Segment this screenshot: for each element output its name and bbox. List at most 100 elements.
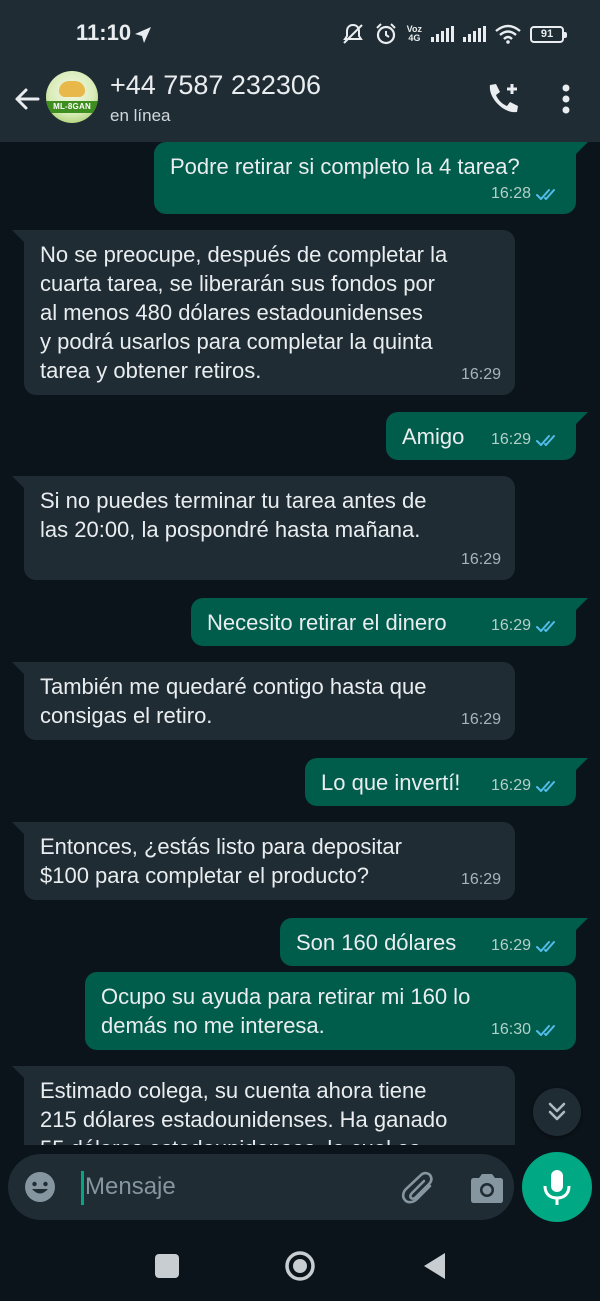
message-line: Lo que invertí! bbox=[321, 770, 461, 795]
message-text: Entonces, ¿estás listo para depositar $10… bbox=[40, 832, 402, 890]
back-triangle-icon[interactable] bbox=[421, 1251, 447, 1281]
battery-icon: 91 bbox=[530, 25, 567, 43]
avatar-label: ML-8GAN bbox=[46, 101, 98, 113]
message-time: 16:29 bbox=[460, 366, 501, 383]
message-time: 16:28 bbox=[490, 185, 531, 202]
add-call-icon[interactable] bbox=[484, 80, 522, 118]
message-text: No se preocupe, después de completar la c… bbox=[40, 240, 447, 385]
message-meta: 16:29 bbox=[461, 545, 501, 574]
message-line: Necesito retirar el dinero bbox=[207, 610, 447, 635]
volte-indicator: Voz 4G bbox=[406, 24, 422, 43]
read-receipt-icon bbox=[536, 1024, 555, 1036]
attach-icon[interactable] bbox=[400, 1169, 438, 1207]
emoji-icon[interactable] bbox=[22, 1169, 58, 1205]
message-text: Podre retirar si completo la 4 tarea? bbox=[170, 152, 520, 181]
message-line: También me quedaré contigo hasta que bbox=[40, 674, 427, 699]
message-text: Si no puedes terminar tu tarea antes de l… bbox=[40, 486, 426, 544]
message-list[interactable]: Podre retirar si completo la 4 tarea? 16:… bbox=[0, 142, 600, 1145]
scroll-down-button[interactable] bbox=[533, 1088, 581, 1136]
status-time: 11:10 bbox=[76, 20, 132, 45]
read-receipt-icon bbox=[536, 620, 555, 632]
message-line: Si no puedes terminar tu tarea antes de bbox=[40, 488, 427, 513]
message-text: Estimado colega, su cuenta ahora tiene 21… bbox=[40, 1076, 447, 1145]
outgoing-message[interactable]: Ocupo su ayuda para retirar mi 160 lo dem… bbox=[85, 972, 576, 1050]
contact-status: en línea bbox=[110, 106, 171, 125]
message-line: tarea y obtener retiros. bbox=[40, 358, 262, 383]
signal-icon bbox=[431, 26, 454, 42]
incoming-message[interactable]: Entonces, ¿estás listo para depositar $10… bbox=[12, 822, 515, 900]
message-time: 16:30 bbox=[490, 1021, 531, 1038]
contact-name[interactable]: +44 7587 232306 bbox=[110, 70, 321, 101]
status-icons: Voz 4G 91 bbox=[341, 19, 567, 49]
message-line: consigas el retiro. bbox=[40, 703, 213, 728]
message-meta: 16:29 bbox=[461, 705, 501, 734]
message-time: 16:29 bbox=[490, 617, 531, 634]
outgoing-message[interactable]: Amigo 16:29 bbox=[386, 412, 588, 460]
message-meta: 16:28 bbox=[491, 179, 562, 208]
message-line: cuarta tarea, se liberarán sus fondos po… bbox=[40, 271, 436, 296]
message-line: demás no me interesa. bbox=[101, 1013, 325, 1038]
message-time: 16:29 bbox=[490, 937, 531, 954]
message-meta: 16:29 bbox=[491, 425, 562, 454]
message-line: No se preocupe, después de completar la bbox=[40, 242, 448, 267]
signal-icon-2 bbox=[463, 26, 486, 42]
message-line: y podrá usarlos para completar la quinta bbox=[40, 329, 433, 354]
mute-icon bbox=[342, 23, 363, 44]
status-bar: 11:10 Voz 4G 91 bbox=[0, 0, 600, 66]
mic-icon bbox=[543, 1170, 571, 1205]
message-time: 16:29 bbox=[490, 777, 531, 794]
recents-icon[interactable] bbox=[155, 1254, 179, 1278]
camera-icon[interactable] bbox=[467, 1169, 507, 1207]
read-receipt-icon bbox=[536, 940, 555, 952]
handshake-icon bbox=[59, 81, 85, 97]
message-input[interactable] bbox=[85, 1164, 385, 1210]
more-vert-icon[interactable] bbox=[553, 80, 579, 118]
incoming-message[interactable]: Si no puedes terminar tu tarea antes de l… bbox=[12, 476, 515, 580]
message-meta: 16:29 bbox=[491, 771, 562, 800]
send-arrow-icon bbox=[135, 27, 151, 43]
message-time: 16:29 bbox=[490, 431, 531, 448]
message-line: las 20:00, la pospondré hasta mañana. bbox=[40, 517, 421, 542]
message-meta: 16:29 bbox=[461, 865, 501, 894]
back-arrow-icon[interactable] bbox=[10, 82, 44, 116]
outgoing-message[interactable]: Podre retirar si completo la 4 tarea? 16:… bbox=[154, 142, 588, 214]
message-line: Ocupo su ayuda para retirar mi 160 lo bbox=[101, 984, 471, 1009]
message-text: Necesito retirar el dinero bbox=[207, 608, 447, 637]
message-text: Ocupo su ayuda para retirar mi 160 lo dem… bbox=[101, 982, 470, 1040]
message-text: Son 160 dólares bbox=[296, 928, 456, 957]
double-chevron-down-icon bbox=[548, 1102, 566, 1121]
outgoing-message[interactable]: Lo que invertí! 16:29 bbox=[305, 758, 588, 806]
message-time: 16:29 bbox=[460, 871, 501, 888]
message-line: Son 160 dólares bbox=[296, 930, 457, 955]
incoming-message[interactable]: También me quedaré contigo hasta que cons… bbox=[12, 662, 515, 740]
message-line: Estimado colega, su cuenta ahora tiene bbox=[40, 1078, 427, 1103]
outgoing-message[interactable]: Necesito retirar el dinero 16:29 bbox=[191, 598, 588, 646]
system-nav-bar bbox=[0, 1230, 600, 1301]
avatar[interactable]: ML-8GAN bbox=[46, 71, 98, 123]
message-composer bbox=[8, 1154, 514, 1220]
message-line: Entonces, ¿estás listo para depositar bbox=[40, 834, 402, 859]
message-line: 55 dólares estadounidenses, lo cual es bbox=[40, 1134, 447, 1145]
incoming-message[interactable]: Estimado colega, su cuenta ahora tiene 21… bbox=[12, 1066, 515, 1145]
message-line: Amigo bbox=[402, 424, 465, 449]
message-line: 215 dólares estadounidenses. Ha ganado bbox=[40, 1107, 448, 1132]
message-meta: 16:29 bbox=[491, 611, 562, 640]
mic-button[interactable] bbox=[522, 1152, 592, 1222]
wifi-icon bbox=[495, 24, 521, 44]
message-text: También me quedaré contigo hasta que cons… bbox=[40, 672, 426, 730]
read-receipt-icon bbox=[536, 780, 555, 792]
message-meta: 16:29 bbox=[461, 360, 501, 389]
message-meta: 16:29 bbox=[491, 931, 562, 960]
incoming-message[interactable]: No se preocupe, después de completar la c… bbox=[12, 230, 515, 395]
outgoing-message[interactable]: Son 160 dólares 16:29 bbox=[280, 918, 588, 966]
text-cursor bbox=[81, 1171, 84, 1205]
message-line: $100 para completar el producto? bbox=[40, 863, 369, 888]
message-meta: 16:30 bbox=[491, 1015, 562, 1044]
message-text: Amigo bbox=[402, 422, 464, 451]
message-line: Podre retirar si completo la 4 tarea? bbox=[170, 154, 520, 179]
message-line: al menos 480 dólares estadounidenses bbox=[40, 300, 423, 325]
alarm-icon bbox=[375, 23, 396, 45]
message-time: 16:29 bbox=[460, 711, 501, 728]
read-receipt-icon bbox=[536, 188, 555, 200]
home-icon[interactable] bbox=[283, 1249, 317, 1283]
